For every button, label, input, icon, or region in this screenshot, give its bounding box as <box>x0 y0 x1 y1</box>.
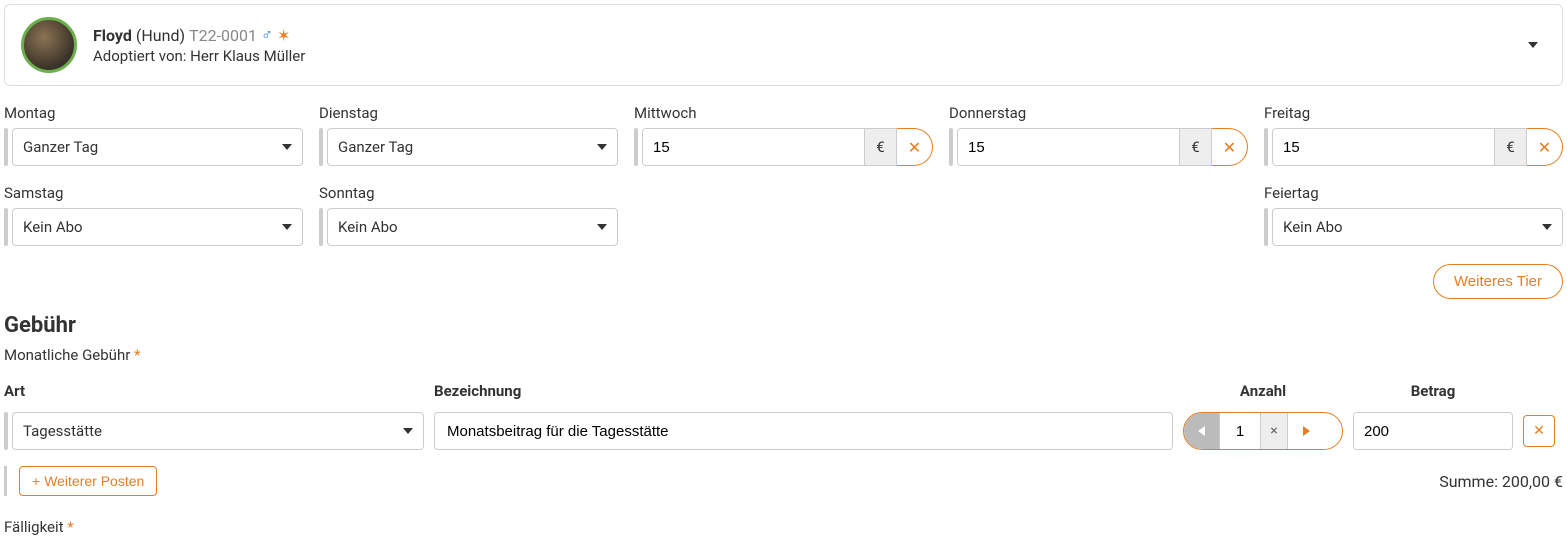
input-friday[interactable]: € <box>1272 128 1527 166</box>
plus-icon: + <box>32 473 40 489</box>
due-label: Fälligkeit <box>4 518 64 536</box>
increment-button[interactable] <box>1288 413 1324 449</box>
animal-code: T22-0001 <box>189 26 257 45</box>
select-tuesday[interactable]: Ganzer Tag <box>327 128 618 166</box>
qty-input[interactable] <box>1220 413 1260 449</box>
col-qty: Anzahl <box>1183 382 1343 400</box>
fee-heading: Gebühr <box>4 313 1563 338</box>
add-item-button[interactable]: + Weiterer Posten <box>19 466 157 496</box>
required-indicator: * <box>67 518 73 536</box>
triangle-left-icon <box>1198 426 1205 436</box>
select-value: Kein Abo <box>23 218 282 236</box>
price-input[interactable] <box>643 129 864 165</box>
neuter-icon: ✶ <box>277 26 290 45</box>
label-tuesday: Dienstag <box>319 104 618 122</box>
weekday-row-1: Montag Ganzer Tag Dienstag Ganzer Tag Mi… <box>4 104 1563 166</box>
sum-value: 200,00 € <box>1502 472 1563 491</box>
close-icon: ✕ <box>1223 138 1236 157</box>
select-holiday[interactable]: Kein Abo <box>1272 208 1563 246</box>
chevron-down-icon <box>597 144 607 150</box>
adopted-by: Adoptiert von: Herr Klaus Müller <box>93 47 1504 65</box>
indicator-bar <box>634 128 638 166</box>
indicator-bar <box>319 128 323 166</box>
select-value: Kein Abo <box>1283 218 1542 236</box>
table-row: Tagesstätte × € ✕ <box>4 408 1563 454</box>
add-animal-button[interactable]: Weiteres Tier <box>1433 264 1563 299</box>
chevron-down-icon <box>597 224 607 230</box>
description-input[interactable] <box>434 412 1173 450</box>
label-friday: Freitag <box>1264 104 1563 122</box>
chevron-down-icon <box>403 428 413 434</box>
monthly-fee-label: Monatliche Gebühr <box>4 346 130 364</box>
select-sunday[interactable]: Kein Abo <box>327 208 618 246</box>
indicator-bar <box>319 208 323 246</box>
amount-input[interactable] <box>1354 413 1513 449</box>
delete-row-button[interactable]: ✕ <box>1523 415 1555 447</box>
label-monday: Montag <box>4 104 303 122</box>
input-thursday[interactable]: € <box>957 128 1212 166</box>
select-saturday[interactable]: Kein Abo <box>12 208 303 246</box>
clear-button[interactable]: ✕ <box>1212 128 1248 166</box>
animal-name: Floyd <box>93 26 132 45</box>
price-input[interactable] <box>1273 129 1494 165</box>
add-item-label: Weiterer Posten <box>44 473 144 489</box>
required-indicator: * <box>134 346 140 364</box>
expand-button[interactable] <box>1520 34 1546 56</box>
close-icon: ✕ <box>908 138 921 157</box>
indicator-bar <box>1264 208 1268 246</box>
decrement-button[interactable] <box>1184 413 1220 449</box>
fee-table: Art Bezeichnung Anzahl Betrag Tagesstätt… <box>4 374 1563 454</box>
sum-label: Summe: <box>1439 472 1498 491</box>
currency-label: € <box>1494 129 1526 165</box>
avatar <box>21 17 77 73</box>
select-value: Ganzer Tag <box>23 138 282 156</box>
select-value: Kein Abo <box>338 218 597 236</box>
animal-species: (Hund) <box>136 26 185 45</box>
select-monday[interactable]: Ganzer Tag <box>12 128 303 166</box>
col-kind: Art <box>4 382 424 400</box>
quantity-stepper[interactable]: × <box>1183 412 1343 450</box>
select-value: Ganzer Tag <box>338 138 597 156</box>
chevron-down-icon <box>282 144 292 150</box>
clear-button[interactable]: ✕ <box>897 128 933 166</box>
indicator-bar <box>949 128 953 166</box>
label-thursday: Donnerstag <box>949 104 1248 122</box>
label-wednesday: Mittwoch <box>634 104 933 122</box>
indicator-bar <box>4 128 8 166</box>
select-value: Tagesstätte <box>23 422 403 440</box>
col-amt: Betrag <box>1353 382 1513 400</box>
triangle-right-icon <box>1303 426 1310 436</box>
label-holiday: Feiertag <box>1264 184 1563 202</box>
animal-header-card[interactable]: Floyd (Hund) T22-0001 ♂ ✶ Adoptiert von:… <box>4 4 1563 86</box>
male-icon: ♂ <box>261 25 273 45</box>
col-desc: Bezeichnung <box>434 382 1173 400</box>
price-input[interactable] <box>958 129 1179 165</box>
indicator-bar <box>4 412 8 450</box>
close-icon: ✕ <box>1533 423 1545 439</box>
times-label: × <box>1260 413 1288 449</box>
select-kind[interactable]: Tagesstätte <box>12 412 424 450</box>
label-saturday: Samstag <box>4 184 303 202</box>
header-text: Floyd (Hund) T22-0001 ♂ ✶ Adoptiert von:… <box>93 25 1504 65</box>
weekday-row-2: Samstag Kein Abo Sonntag Kein Abo Feiert… <box>4 184 1563 246</box>
indicator-bar <box>1264 128 1268 166</box>
currency-label: € <box>864 129 896 165</box>
chevron-down-icon <box>1542 224 1552 230</box>
indicator-bar <box>4 208 8 246</box>
amount-input-group[interactable]: € <box>1353 412 1513 450</box>
input-wednesday[interactable]: € <box>642 128 897 166</box>
clear-button[interactable]: ✕ <box>1527 128 1563 166</box>
close-icon: ✕ <box>1538 138 1551 157</box>
chevron-down-icon <box>282 224 292 230</box>
label-sunday: Sonntag <box>319 184 618 202</box>
chevron-down-icon <box>1528 42 1538 48</box>
currency-label: € <box>1179 129 1211 165</box>
